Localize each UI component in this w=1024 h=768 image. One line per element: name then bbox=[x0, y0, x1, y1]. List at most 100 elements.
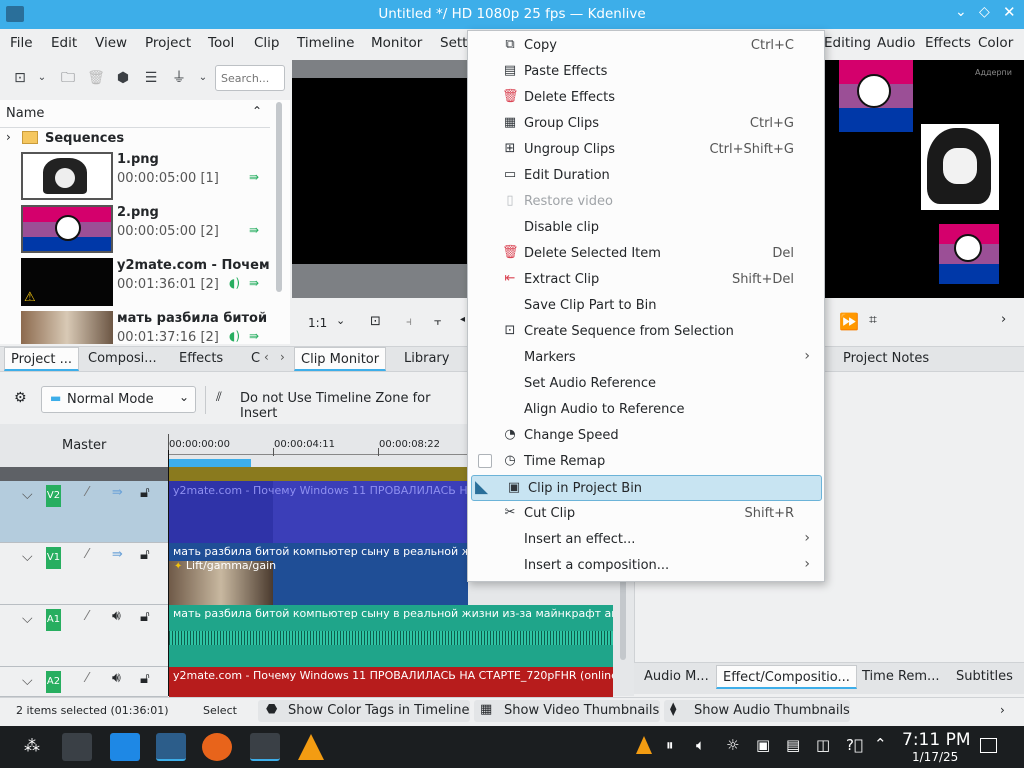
menu-audio[interactable]: Audio bbox=[877, 35, 915, 51]
network-icon[interactable]: ◫ bbox=[816, 736, 830, 754]
context-menu-item[interactable]: Save Clip Part to Bin bbox=[468, 293, 824, 319]
brightness-icon[interactable]: ☼ bbox=[726, 736, 739, 754]
timeline-ruler[interactable]: 00:00:00:00 00:00:04:11 00:00:08:22 bbox=[168, 434, 469, 467]
help-icon[interactable]: ?⃝ bbox=[846, 736, 863, 754]
menu-editing[interactable]: Editing bbox=[824, 35, 871, 51]
track-header-v1[interactable]: ⌵ V1 ⁄ ⇛ 🔓︎ bbox=[0, 543, 168, 605]
menu-tool[interactable]: Tool bbox=[208, 35, 234, 51]
discover-store-icon[interactable] bbox=[110, 733, 140, 761]
chevron-down-icon[interactable]: ⌵ bbox=[22, 673, 33, 689]
media-pause-icon[interactable]: ⏸︎ bbox=[666, 736, 674, 754]
context-menu-item[interactable]: Set Audio Reference bbox=[468, 371, 824, 397]
set-in-icon[interactable]: ⫞ bbox=[406, 314, 412, 329]
menu-color[interactable]: Color bbox=[978, 35, 1013, 51]
vlc-tray-icon[interactable] bbox=[636, 736, 652, 754]
tab-library[interactable]: Library bbox=[398, 347, 455, 371]
tab-project-notes[interactable]: Project Notes bbox=[837, 347, 935, 371]
context-menu-item[interactable]: Insert an effect... › bbox=[468, 527, 824, 553]
column-name[interactable]: Name bbox=[6, 106, 44, 121]
context-menu-item[interactable]: ▦ Group Clips Ctrl+G bbox=[468, 111, 824, 137]
context-menu-item[interactable]: 🗑 Delete Selected Item Del bbox=[468, 241, 824, 267]
context-menu-item[interactable]: ▤ Paste Effects bbox=[468, 59, 824, 85]
audio-clip-icon[interactable]: ◖) bbox=[229, 276, 240, 290]
track-header-a1[interactable]: ⌵ A1 ⁄ 🔊︎ 🔓︎ bbox=[0, 605, 168, 667]
chevron-up-icon[interactable]: ⌃ bbox=[252, 104, 262, 118]
fullscreen-icon[interactable]: ⊡ bbox=[370, 314, 381, 329]
chevron-down-icon[interactable]: ⌄ bbox=[32, 68, 52, 88]
composite-icon[interactable]: ⇛ bbox=[112, 485, 123, 500]
lock-icon[interactable]: 🔓︎ bbox=[140, 545, 150, 563]
effects-icon[interactable]: ⁄ bbox=[86, 609, 88, 624]
effects-icon[interactable]: ⁄ bbox=[86, 547, 88, 562]
edit-mode-select[interactable]: ▬ Normal Mode ⌄ bbox=[41, 386, 196, 413]
firefox-icon[interactable] bbox=[202, 733, 232, 761]
bin-scrollbar[interactable] bbox=[276, 102, 282, 292]
lock-icon[interactable]: 🔓︎ bbox=[140, 607, 150, 625]
chevron-down-icon[interactable]: ⌵ bbox=[22, 487, 33, 503]
timeline-zone-button[interactable]: Do not Use Timeline Zone for Insert bbox=[240, 391, 470, 421]
context-menu-item[interactable]: Markers › bbox=[468, 345, 824, 371]
context-menu-item[interactable]: ✂ Cut Clip Shift+R bbox=[468, 501, 824, 527]
tab-c[interactable]: C bbox=[245, 347, 266, 371]
audio-clip-icon[interactable]: ◖) bbox=[229, 329, 240, 343]
timeline-clip[interactable]: мать разбила битой компьютер сыну в реал… bbox=[169, 605, 613, 667]
time-remap-checkbox[interactable] bbox=[478, 454, 492, 468]
tab-time-remap[interactable]: Time Rem... bbox=[856, 665, 945, 689]
show-desktop-icon[interactable] bbox=[980, 738, 997, 753]
menu-clip[interactable]: Clip bbox=[254, 35, 280, 51]
tracks-config-icon[interactable]: ⚙ bbox=[14, 390, 27, 406]
context-menu-item[interactable]: Insert a composition... › bbox=[468, 553, 824, 579]
timeline-clip[interactable]: мать разбила битой компьютер сыну в реал… bbox=[169, 543, 468, 605]
tray-expand-icon[interactable]: ⌃ bbox=[874, 735, 887, 753]
zoom-level[interactable]: 1:1 bbox=[308, 316, 327, 330]
bin-item[interactable]: мать разбила битой ко 00:01:37:16 [2] ◖)… bbox=[0, 309, 270, 344]
file-manager-icon[interactable] bbox=[156, 733, 186, 761]
crop-icon[interactable]: ⌗ bbox=[869, 312, 877, 328]
composite-icon[interactable]: ⇛ bbox=[112, 547, 123, 562]
menu-view[interactable]: View bbox=[95, 35, 127, 51]
master-label[interactable]: Master bbox=[62, 438, 106, 453]
system-settings-icon[interactable] bbox=[62, 733, 92, 761]
fast-forward-icon[interactable]: ⏩ bbox=[839, 312, 859, 331]
tab-clip-monitor[interactable]: Clip Monitor bbox=[294, 347, 387, 371]
show-color-tags-button[interactable]: ⬣ Show Color Tags in Timeline bbox=[258, 700, 470, 722]
clock-time[interactable]: 7:11 PM bbox=[902, 730, 971, 750]
close-icon[interactable]: ✕ bbox=[1003, 3, 1016, 21]
context-menu-item[interactable]: Disable clip bbox=[468, 215, 824, 241]
clipboard-icon[interactable]: ▤ bbox=[786, 736, 800, 754]
project-monitor-screen[interactable]: Аддерпи bbox=[825, 60, 1024, 298]
context-menu-item[interactable]: ⊞ Ungroup Clips Ctrl+Shift+G bbox=[468, 137, 824, 163]
tab-compositions[interactable]: Composi... bbox=[82, 347, 163, 371]
speaker-icon[interactable]: 🔊︎ bbox=[112, 608, 121, 624]
context-menu-item[interactable]: ◔ Change Speed bbox=[468, 423, 824, 449]
effects-icon[interactable]: ⁄ bbox=[86, 485, 88, 500]
lock-icon[interactable]: 🔓︎ bbox=[140, 483, 150, 501]
context-menu-item[interactable]: ◣ ▣ Clip in Project Bin bbox=[471, 475, 822, 501]
tab-audio-mixer[interactable]: Audio M... bbox=[638, 665, 715, 689]
clock-date[interactable]: 1/17/25 bbox=[912, 750, 958, 764]
bin-item[interactable]: 2.png 00:00:05:00 [2] ⇛ bbox=[0, 203, 270, 255]
kdenlive-taskbar-icon[interactable] bbox=[250, 733, 280, 761]
app-launcher-icon[interactable]: ⁂ bbox=[24, 736, 40, 755]
bin-item[interactable]: 1.png 00:00:05:00 [1] ⇛ bbox=[0, 150, 270, 202]
timeline-clip[interactable]: y2mate.com - Почему Windows 11 ПРОВАЛИЛА… bbox=[169, 481, 468, 543]
speaker-icon[interactable]: 🔊︎ bbox=[112, 670, 121, 686]
menu-monitor[interactable]: Monitor bbox=[371, 35, 422, 51]
tag-icon[interactable]: ⬢ bbox=[113, 68, 133, 88]
timeline-clip[interactable]: y2mate.com - Почему Windows 11 ПРОВАЛИЛА… bbox=[169, 667, 613, 697]
monitor-scrub-strip[interactable] bbox=[292, 264, 468, 298]
menu-timeline[interactable]: Timeline bbox=[297, 35, 354, 51]
chevron-right-icon[interactable]: › bbox=[6, 130, 11, 144]
prev-icon[interactable]: ◂ bbox=[460, 314, 465, 325]
chevron-right-icon[interactable]: › bbox=[1000, 703, 1005, 717]
tab-project[interactable]: Project ... bbox=[4, 347, 80, 371]
context-menu-item[interactable]: Align Audio to Reference bbox=[468, 397, 824, 423]
menu-icon[interactable]: ☰ bbox=[141, 68, 161, 88]
zone-bar[interactable] bbox=[169, 459, 251, 467]
tab-subtitles[interactable]: Subtitles bbox=[950, 665, 1019, 689]
drag-clip-icon[interactable]: ⇛ bbox=[249, 329, 259, 343]
zone-icon[interactable]: ⫽ bbox=[216, 390, 222, 405]
context-menu-item[interactable]: 🗑 Delete Effects bbox=[468, 85, 824, 111]
context-menu-item[interactable]: ◷ Time Remap bbox=[468, 449, 824, 475]
menu-project[interactable]: Project bbox=[145, 35, 191, 51]
